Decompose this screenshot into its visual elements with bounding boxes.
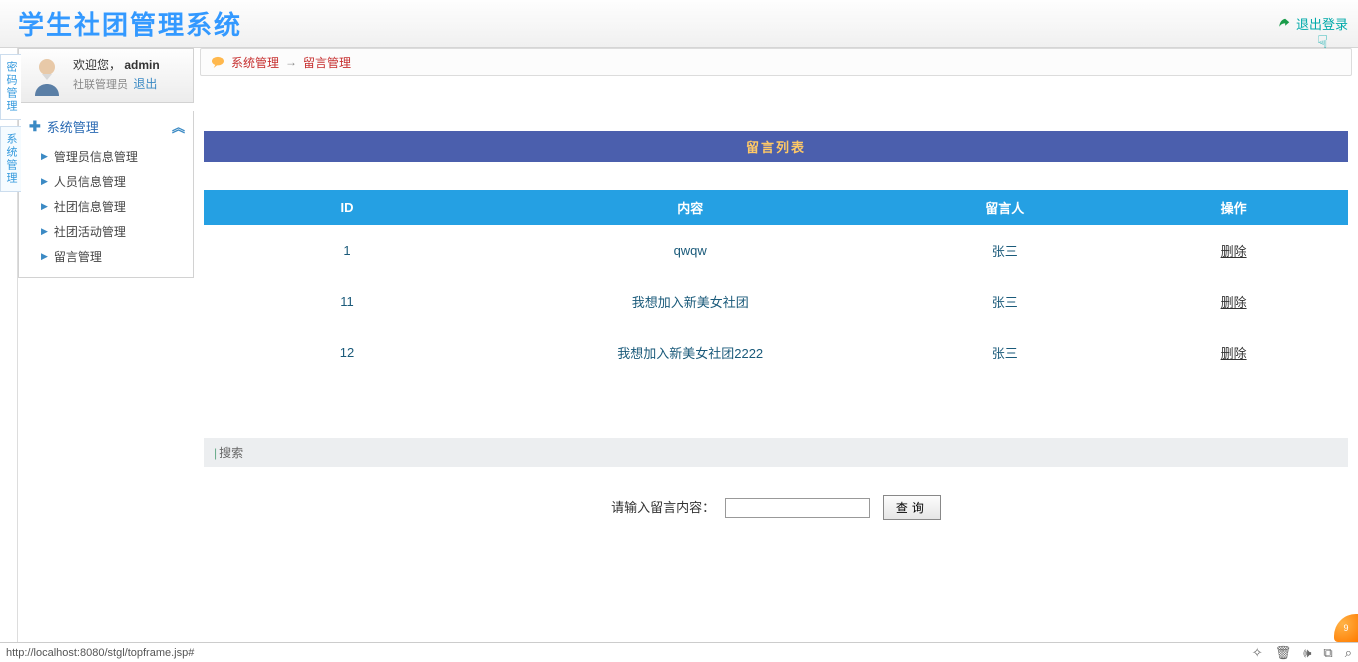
table-row: 1 qwqw 张三 删除 [204, 225, 1348, 276]
search-header: |搜索 [204, 438, 1348, 467]
search-icon[interactable]: ⌕ [1345, 645, 1352, 661]
nav-item-label: 人员信息管理 [54, 173, 126, 190]
search-section: |搜索 请输入留言内容： 查询 [204, 438, 1348, 548]
body-wrapper: 密码管理 系统管理 欢迎您， admin 社联管理员 退出 [0, 48, 1358, 642]
chevron-right-icon: ▶ [41, 176, 48, 187]
collapse-icon: ︽ [172, 117, 183, 136]
sound-icon[interactable]: 🕪 [1303, 645, 1311, 661]
speech-bubble-icon [211, 56, 225, 68]
nav-items: ▶ 管理员信息管理 ▶ 人员信息管理 ▶ 社团信息管理 ▶ 社团活动管理 ▶ 留言管理 [19, 142, 193, 277]
th-content: 内容 [490, 190, 890, 225]
search-header-label: 搜索 [219, 446, 243, 460]
user-logout-link[interactable]: 退出 [133, 77, 157, 91]
cursor-icon: ☟ [1317, 32, 1328, 53]
nav-item-person[interactable]: ▶ 人员信息管理 [19, 169, 193, 194]
welcome-prefix: 欢迎您， [73, 58, 121, 72]
nav-item-activity[interactable]: ▶ 社团活动管理 [19, 219, 193, 244]
cell-id: 11 [204, 276, 490, 327]
chevron-right-icon: ▶ [41, 226, 48, 237]
plus-icon: ✚ [29, 118, 41, 135]
cell-author: 张三 [890, 225, 1119, 276]
trash-icon[interactable]: 🗑 [1275, 645, 1292, 661]
app-title: 学生社团管理系统 [18, 5, 242, 42]
nav-item-admin[interactable]: ▶ 管理员信息管理 [19, 144, 193, 169]
cell-author: 张三 [890, 276, 1119, 327]
user-card: 欢迎您， admin 社联管理员 退出 [18, 48, 194, 103]
delete-link[interactable]: 删除 [1119, 276, 1348, 327]
side-tab-system[interactable]: 系统管理 [0, 126, 21, 192]
logout-label: 退出登录 [1296, 14, 1348, 33]
user-info: 欢迎您， admin 社联管理员 退出 [73, 56, 160, 95]
user-role: 社联管理员 [73, 79, 128, 91]
cell-id: 1 [204, 225, 490, 276]
cell-id: 12 [204, 327, 490, 378]
avatar-icon [29, 56, 65, 96]
nav-item-label: 管理员信息管理 [54, 148, 138, 165]
chevron-right-icon: ▶ [41, 151, 48, 162]
search-body: 请输入留言内容： 查询 [204, 467, 1348, 548]
main-column: 系统管理 → 留言管理 留言列表 ID 内容 留言人 操作 [194, 48, 1358, 642]
table-title: 留言列表 [204, 131, 1348, 162]
nav-item-message[interactable]: ▶ 留言管理 [19, 244, 193, 269]
bar-icon: | [214, 446, 217, 460]
table-header-row: ID 内容 留言人 操作 [204, 190, 1348, 225]
nav-item-label: 留言管理 [54, 248, 102, 265]
nav-header-label: 系统管理 [47, 117, 99, 136]
breadcrumb-item-2[interactable]: 留言管理 [303, 54, 351, 71]
cell-content: 我想加入新美女社团2222 [490, 327, 890, 378]
username: admin [124, 58, 159, 72]
left-column: 密码管理 系统管理 欢迎您， admin 社联管理员 退出 [0, 48, 194, 642]
status-icons: ✧ 🗑 🕪 ⧉ ⌕ [1252, 645, 1352, 661]
copy-icon[interactable]: ⧉ [1323, 645, 1332, 661]
side-tab-password[interactable]: 密码管理 [0, 54, 21, 120]
breadcrumb-sep: → [285, 55, 297, 69]
nav-panel: ✚ 系统管理 ︽ ▶ 管理员信息管理 ▶ 人员信息管理 ▶ 社团信息管理 ▶ 社团活动管… [18, 111, 194, 278]
delete-link[interactable]: 删除 [1119, 225, 1348, 276]
data-table: ID 内容 留言人 操作 1 qwqw 张三 删除 11 我 [204, 190, 1348, 378]
chevron-right-icon: ▶ [41, 251, 48, 262]
nav-item-label: 社团活动管理 [54, 223, 126, 240]
pin-icon[interactable]: ✧ [1252, 645, 1263, 661]
status-url: http://localhost:8080/stgl/topframe.jsp# [6, 647, 194, 659]
table-row: 11 我想加入新美女社团 张三 删除 [204, 276, 1348, 327]
th-action: 操作 [1119, 190, 1348, 225]
header-bar: 学生社团管理系统 退出登录 ☟ [0, 0, 1358, 48]
share-arrow-icon [1276, 17, 1292, 31]
cell-content: 我想加入新美女社团 [490, 276, 890, 327]
th-author: 留言人 [890, 190, 1119, 225]
search-label: 请输入留言内容： [611, 500, 715, 515]
nav-item-label: 社团信息管理 [54, 198, 126, 215]
th-id: ID [204, 190, 490, 225]
chevron-right-icon: ▶ [41, 201, 48, 212]
breadcrumb-item-1[interactable]: 系统管理 [231, 54, 279, 71]
delete-link[interactable]: 删除 [1119, 327, 1348, 378]
status-bar: http://localhost:8080/stgl/topframe.jsp#… [0, 642, 1358, 662]
user-panel: 欢迎您， admin 社联管理员 退出 ✚ 系统管理 ︽ [18, 48, 194, 642]
nav-header[interactable]: ✚ 系统管理 ︽ [19, 111, 193, 142]
search-input[interactable] [725, 498, 870, 518]
breadcrumb: 系统管理 → 留言管理 [200, 48, 1352, 76]
search-button[interactable]: 查询 [883, 495, 941, 520]
cell-content: qwqw [490, 225, 890, 276]
logout-button[interactable]: 退出登录 ☟ [1276, 14, 1348, 33]
side-tabs: 密码管理 系统管理 [0, 48, 18, 642]
nav-item-club[interactable]: ▶ 社团信息管理 [19, 194, 193, 219]
table-row: 12 我想加入新美女社团2222 张三 删除 [204, 327, 1348, 378]
cell-author: 张三 [890, 327, 1119, 378]
content-area: 留言列表 ID 内容 留言人 操作 1 qwqw 张三 [200, 131, 1352, 548]
